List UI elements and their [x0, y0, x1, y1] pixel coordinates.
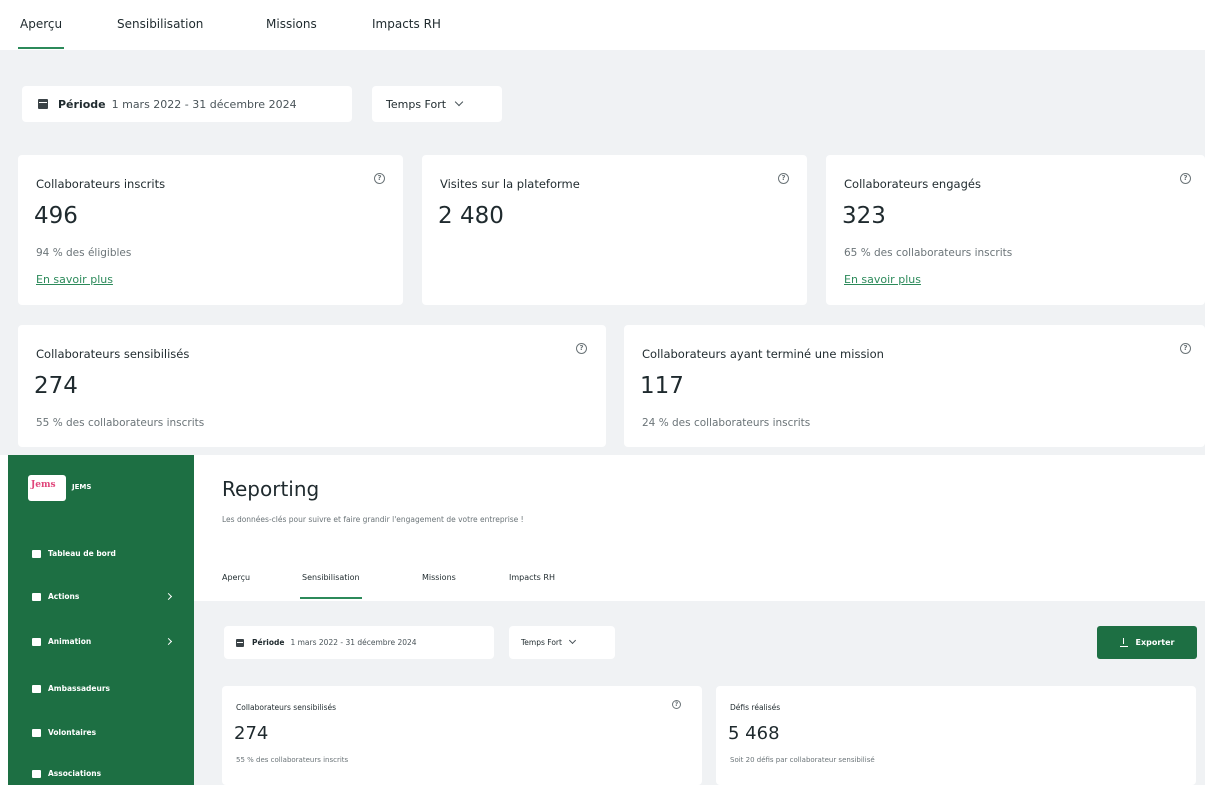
card-subtitle: 94 % des éligibles: [36, 247, 132, 259]
tab-missions[interactable]: Missions: [266, 17, 317, 31]
temps-fort-label: Temps Fort: [521, 638, 562, 647]
sidebar-item-ambassadeurs[interactable]: Ambassadeurs: [8, 681, 194, 701]
temps-fort-dropdown[interactable]: Temps Fort: [372, 86, 502, 122]
period-selector[interactable]: Période 1 mars 2022 - 31 décembre 2024: [22, 86, 352, 122]
calendar-icon: [38, 99, 48, 109]
card-title: Collaborateurs sensibilisés: [36, 347, 190, 361]
card-title: Collaborateurs engagés: [844, 177, 981, 191]
card-visites: Visites sur la plateforme ? 2 480: [422, 155, 807, 305]
card-subtitle: 55 % des collaborateurs inscrits: [36, 417, 205, 429]
actions-icon: [32, 593, 41, 601]
brand-name: JEMS: [72, 483, 92, 491]
page-title: Reporting: [222, 477, 320, 501]
card-value: 274: [34, 373, 78, 399]
overview-panel: Aperçu Sensibilisation Missions Impacts …: [0, 0, 1205, 455]
export-button[interactable]: Exporter: [1097, 626, 1197, 659]
tab-bar: Aperçu Sensibilisation Missions Impacts …: [0, 0, 1205, 50]
card-subtitle: 55 % des collaborateurs inscrits: [236, 756, 349, 764]
card-title: Collaborateurs ayant terminé une mission: [642, 347, 884, 361]
help-icon[interactable]: ?: [1180, 343, 1191, 354]
sidebar-item-label: Tableau de bord: [48, 549, 116, 558]
calendar-icon: [236, 638, 244, 647]
sidebar-item-label: Associations: [48, 769, 102, 778]
help-icon[interactable]: ?: [778, 173, 789, 184]
page-header: Reporting Les données-clés pour suivre e…: [194, 455, 1205, 557]
reporting-main: Reporting Les données-clés pour suivre e…: [194, 455, 1205, 785]
card-value: 5 468: [728, 723, 780, 744]
company-logo[interactable]: Jems: [28, 475, 66, 501]
learn-more-link[interactable]: En savoir plus: [844, 273, 921, 286]
tab-sensibilisation[interactable]: Sensibilisation: [300, 573, 362, 599]
period-value: 1 mars 2022 - 31 décembre 2024: [111, 97, 297, 111]
sidebar-item-label: Animation: [48, 637, 92, 646]
associations-icon: [32, 770, 41, 778]
tab-apercu[interactable]: Aperçu: [222, 573, 250, 582]
help-icon[interactable]: ?: [1180, 173, 1191, 184]
sidebar-item-tableau-de-bord[interactable]: Tableau de bord: [8, 546, 194, 566]
sidebar-item-animation[interactable]: Animation: [8, 634, 194, 654]
tab-missions[interactable]: Missions: [422, 573, 456, 582]
sidebar: Jems JEMS Tableau de bord Actions Animat…: [8, 455, 194, 785]
card-value: 323: [842, 203, 886, 229]
sidebar-item-label: Ambassadeurs: [48, 684, 110, 693]
chevron-right-icon: [164, 637, 173, 646]
temps-fort-dropdown[interactable]: Temps Fort: [509, 626, 615, 659]
tab-apercu[interactable]: Aperçu: [17, 17, 65, 49]
card-collaborateurs-engages: Collaborateurs engagés ? 323 65 % des co…: [826, 155, 1205, 305]
tab-bar: Aperçu Sensibilisation Missions Impacts …: [194, 557, 1205, 601]
period-label: Période: [252, 638, 285, 647]
card-collaborateurs-inscrits: Collaborateurs inscrits ? 496 94 % des é…: [18, 155, 403, 305]
card-subtitle: 65 % des collaborateurs inscrits: [844, 247, 1013, 259]
sidebar-item-volontaires[interactable]: Volontaires: [8, 725, 194, 745]
ambassadors-icon: [32, 685, 41, 693]
period-value: 1 mars 2022 - 31 décembre 2024: [290, 638, 417, 647]
period-selector[interactable]: Période 1 mars 2022 - 31 décembre 2024: [224, 626, 494, 659]
tab-impacts-rh[interactable]: Impacts RH: [509, 573, 555, 582]
card-value: 274: [234, 723, 269, 744]
card-value: 2 480: [438, 203, 504, 229]
sidebar-item-label: Volontaires: [48, 728, 97, 737]
temps-fort-label: Temps Fort: [386, 97, 447, 111]
help-icon[interactable]: ?: [374, 173, 385, 184]
card-title: Collaborateurs inscrits: [36, 177, 166, 191]
tab-sensibilisation[interactable]: Sensibilisation: [117, 17, 203, 31]
learn-more-link[interactable]: En savoir plus: [36, 273, 113, 286]
download-icon: [1119, 637, 1128, 647]
animation-icon: [32, 638, 41, 646]
card-title: Visites sur la plateforme: [440, 177, 580, 191]
help-icon[interactable]: ?: [576, 343, 587, 354]
chevron-down-icon: [568, 636, 576, 645]
card-collaborateurs-sensibilises: Collaborateurs sensibilisés ? 274 55 % d…: [18, 325, 606, 447]
help-icon[interactable]: ?: [672, 700, 681, 709]
card-value: 117: [640, 373, 684, 399]
card-subtitle: 24 % des collaborateurs inscrits: [642, 417, 811, 429]
card-collaborateurs-sensibilises: Collaborateurs sensibilisés ? 274 55 % d…: [222, 686, 702, 785]
dashboard-icon: [32, 550, 41, 558]
period-label: Période: [58, 97, 106, 111]
card-title: Collaborateurs sensibilisés: [236, 703, 337, 712]
chevron-down-icon: [454, 97, 464, 107]
chevron-right-icon: [164, 592, 173, 601]
tab-impacts-rh[interactable]: Impacts RH: [372, 17, 441, 31]
page-subtitle: Les données-clés pour suivre et faire gr…: [222, 515, 524, 524]
export-label: Exporter: [1135, 638, 1175, 647]
card-subtitle: Soit 20 défis par collaborateur sensibil…: [730, 756, 875, 764]
card-title: Défis réalisés: [730, 703, 781, 712]
logo-text: Jems: [31, 480, 56, 490]
card-defis-realises: Défis réalisés 5 468 Soit 20 défis par c…: [716, 686, 1196, 785]
sidebar-item-associations[interactable]: Associations: [8, 766, 194, 785]
sidebar-item-actions[interactable]: Actions: [8, 589, 194, 609]
card-mission-terminee: Collaborateurs ayant terminé une mission…: [624, 325, 1205, 447]
volunteers-icon: [32, 729, 41, 737]
sidebar-item-label: Actions: [48, 592, 80, 601]
card-value: 496: [34, 203, 78, 229]
